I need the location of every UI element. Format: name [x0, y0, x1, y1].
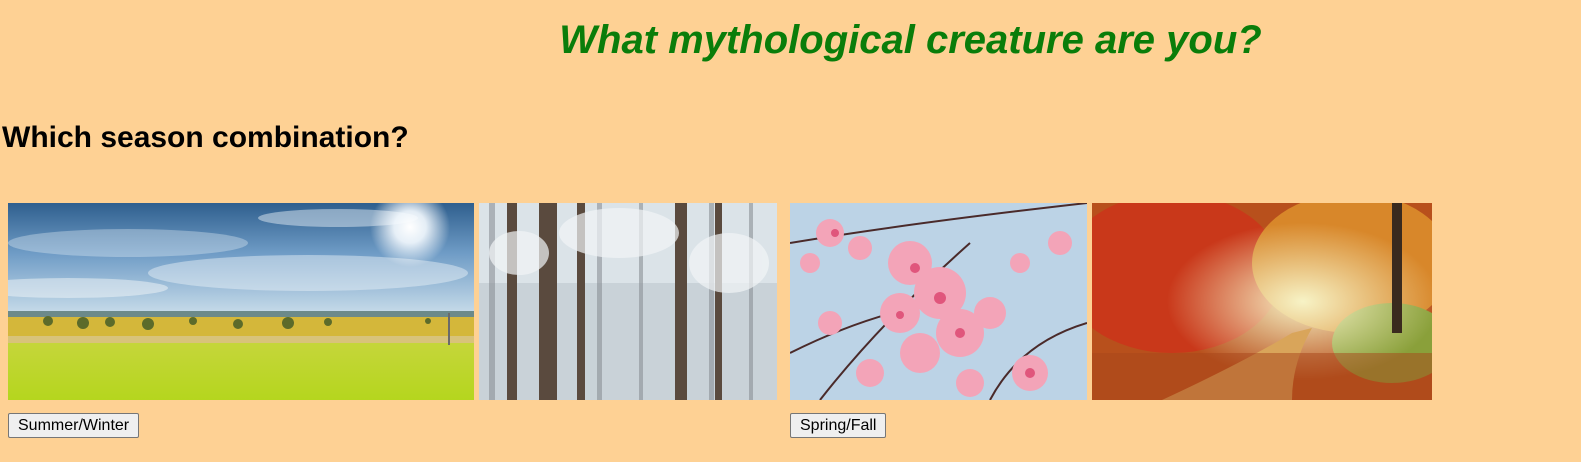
question-heading: Which season combination?	[2, 121, 409, 154]
spring-fall-button[interactable]: Spring/Fall	[790, 413, 887, 438]
summer-image	[8, 203, 474, 400]
fall-image	[1092, 203, 1432, 400]
page-title: What mythological creature are you?	[559, 18, 1262, 62]
winter-image	[479, 203, 777, 400]
spring-image	[790, 203, 1087, 400]
summer-winter-button[interactable]: Summer/Winter	[8, 413, 140, 438]
